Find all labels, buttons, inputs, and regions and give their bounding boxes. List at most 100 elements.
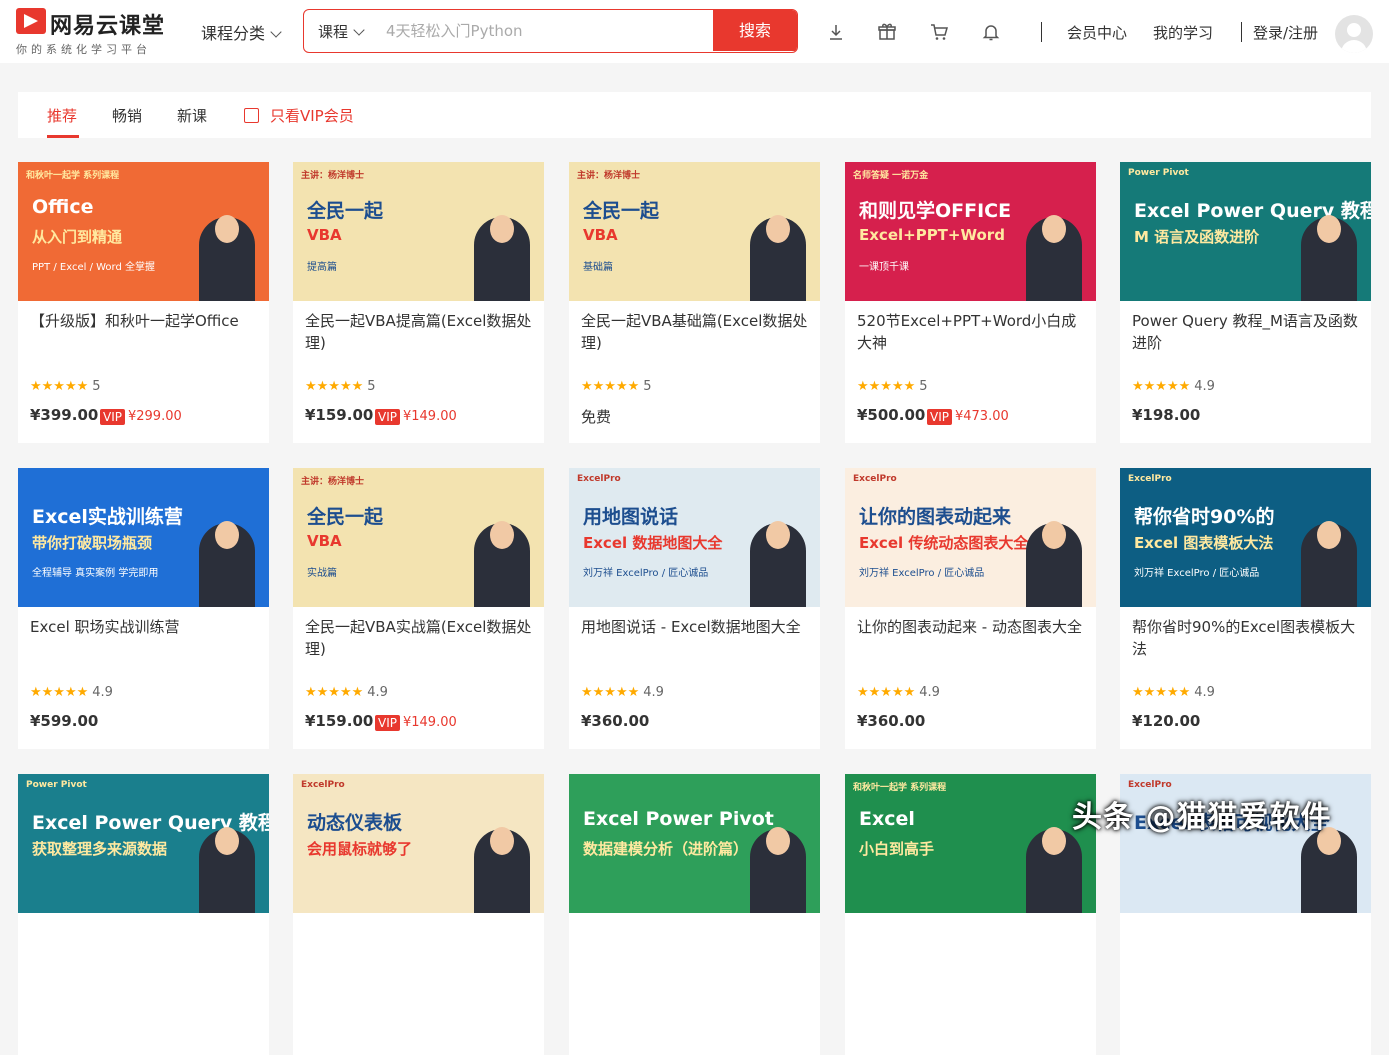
course-thumbnail[interactable]: Excel Power Pivot 数据建模分析（进阶篇） [569,774,820,913]
course-title[interactable]: 让你的图表动起来 - 动态图表大全 [857,616,1085,638]
thumbnail-subheadline: 小白到高手 [859,840,935,858]
vip-badge: VIP [927,408,952,425]
download-icon[interactable] [826,22,846,42]
course-title[interactable]: Excel 职场实战训练营 [30,616,258,638]
thumbnail-subheadline: 数据建模分析（进阶篇） [583,840,749,858]
course-title[interactable]: 全民一起VBA基础篇(Excel数据处理) [581,310,809,354]
course-thumbnail[interactable]: 主讲：杨洋博士 全民一起 VBA 提高篇 [293,162,544,301]
course-card[interactable]: 主讲：杨洋博士 全民一起 VBA 实战篇 全民一起VBA实战篇(Excel数据处理) ★★… [293,468,544,749]
course-card[interactable]: 主讲：杨洋博士 全民一起 VBA 基础篇全民一起VBA基础篇(Excel数据处理) ★★… [569,162,820,443]
course-category-menu[interactable]: 课程分类 [201,20,282,44]
search-button[interactable]: 搜索 [713,10,797,51]
thumbnail-caption: 一课顶千课 [859,262,909,273]
course-title[interactable]: Power Query 教程_M语言及函数进阶 [1132,310,1360,354]
course-thumbnail[interactable]: ExcelPro 用地图说话 Excel 数据地图大全 刘万祥 ExcelPro / … [569,468,820,607]
course-thumbnail[interactable]: ExcelPro 让你的图表动起来 Excel 传统动态图表大全 刘万祥 ExcelP… [845,468,1096,607]
search-type-dropdown[interactable]: 课程 [318,21,365,42]
notification-bell-icon[interactable] [981,22,1001,42]
thumbnail-tag: 主讲：杨洋博士 [301,171,365,181]
course-title[interactable]: 【升级版】和秋叶一起学Office [30,310,258,332]
vip-price: VIP ¥149.00 [375,406,457,425]
instructor-face [1042,827,1066,855]
search-input[interactable] [386,17,706,45]
course-title[interactable]: 帮你省时90%的Excel图表模板大法 [1132,616,1360,660]
course-card[interactable]: 名师答疑 一诺万金 和则见学OFFICE Excel+PPT+Word 一课顶千课 52… [845,162,1096,443]
course-thumbnail[interactable]: 和秋叶一起学 系列课程 Excel 小白到高手 [845,774,1096,913]
tab-new[interactable]: 新课 [177,105,207,126]
instructor-face [490,521,514,549]
category-label: 课程分类 [201,24,266,43]
rating-stars-icon: ★★★★★ [857,379,916,394]
vip-only-checkbox[interactable] [244,108,259,123]
rating-score: 4.9 [643,685,664,700]
course-card[interactable]: ExcelPro 让你的图表动起来 Excel 传统动态图表大全 刘万祥 ExcelP… [845,468,1096,749]
course-thumbnail[interactable]: Power Pivot Excel Power Query 教程 M 语言及函数进阶 [1120,162,1371,301]
course-card[interactable]: ExcelPro 动态仪表板 会用鼠标就够了 [293,774,544,1055]
thumbnail-tag: ExcelPro [1128,780,1172,790]
course-thumbnail[interactable]: 主讲：杨洋博士 全民一起 VBA 基础篇 [569,162,820,301]
thumbnail-caption: 刘万祥 ExcelPro / 匠心诚品 [859,568,985,579]
course-price: ¥360.00 [857,712,926,730]
rating-score: 5 [643,379,652,394]
vip-price-value: ¥149.00 [402,715,457,730]
course-card[interactable]: Power Pivot Excel Power Query 教程 M 语言及函数进阶… [1120,162,1371,443]
course-thumbnail[interactable]: 和秋叶一起学 系列课程 Office 从入门到精通 PPT / Excel / Wor… [18,162,269,301]
course-rating: ★★★★★ 5 [30,375,101,394]
rating-stars-icon: ★★★★★ [857,685,916,700]
course-title[interactable]: 520节Excel+PPT+Word小白成大神 [857,310,1085,354]
course-card[interactable]: Power Pivot Excel Power Query 教程 获取整理多来源数据 [18,774,269,1055]
course-card[interactable]: Excel Power Pivot 数据建模分析（进阶篇） [569,774,820,1055]
thumbnail-subheadline: M 语言及函数进阶 [1134,228,1260,246]
active-tab-indicator [47,135,79,138]
logo-name: 网易云课堂 [50,14,166,39]
vip-badge: VIP [100,408,125,425]
course-thumbnail[interactable]: Excel实战训练营 带你打破职场瓶颈 全程辅导 真实案例 学完即用 [18,468,269,607]
shopping-cart-icon[interactable] [929,22,949,42]
thumbnail-tag: ExcelPro [853,474,897,484]
thumbnail-subheadline: VBA [307,532,342,550]
course-title[interactable]: 全民一起VBA提高篇(Excel数据处理) [305,310,533,354]
course-card[interactable]: Excel实战训练营 带你打破职场瓶颈 全程辅导 真实案例 学完即用 Excel 职场… [18,468,269,749]
tab-recommend[interactable]: 推荐 [47,105,77,126]
rating-score: 5 [92,379,101,394]
course-thumbnail[interactable]: 名师答疑 一诺万金 和则见学OFFICE Excel+PPT+Word 一课顶千课 [845,162,1096,301]
course-title[interactable]: 全民一起VBA实战篇(Excel数据处理) [305,616,533,660]
course-card[interactable]: 和秋叶一起学 系列课程 Excel 小白到高手 [845,774,1096,1055]
thumbnail-subheadline: Excel 图表模板大法 [1134,534,1274,552]
thumbnail-subheadline: 从入门到精通 [32,228,123,246]
course-card[interactable]: 主讲：杨洋博士 全民一起 VBA 提高篇 全民一起VBA提高篇(Excel数据处理) ★★… [293,162,544,443]
my-learning-link[interactable]: 我的学习 [1153,22,1213,43]
rating-stars-icon: ★★★★★ [581,685,640,700]
rating-stars-icon: ★★★★★ [581,379,640,394]
thumbnail-caption: 实战篇 [307,568,337,579]
thumbnail-headline: Office [32,196,94,218]
gift-icon[interactable] [877,22,897,42]
vip-only-label[interactable]: 只看VIP会员 [270,105,354,126]
course-thumbnail[interactable]: ExcelPro 帮你省时90%的 Excel 图表模板大法 刘万祥 ExcelPro… [1120,468,1371,607]
instructor-face [1317,521,1341,549]
course-rating: ★★★★★ 4.9 [1132,375,1215,394]
tab-bestseller[interactable]: 畅销 [112,105,142,126]
thumbnail-caption: 刘万祥 ExcelPro / 匠心诚品 [1134,568,1260,579]
course-thumbnail[interactable]: ExcelPro 动态仪表板 会用鼠标就够了 [293,774,544,913]
netease-cloud-classroom-logo[interactable]: 网易云课堂 你的系统化学习平台 [16,8,176,56]
thumbnail-tag: 主讲：杨洋博士 [577,171,641,181]
member-center-link[interactable]: 会员中心 [1067,22,1127,43]
thumbnail-tag: ExcelPro [1128,474,1172,484]
instructor-face [490,827,514,855]
thumbnail-subheadline: Excel+PPT+Word [859,226,1005,244]
login-register-link[interactable]: 登录/注册 [1253,22,1318,43]
user-avatar[interactable] [1335,15,1373,53]
course-title[interactable]: 用地图说话 - Excel数据地图大全 [581,616,809,638]
thumbnail-headline: Excel Power Pivot [583,808,774,830]
course-card[interactable]: ExcelPro 帮你省时90%的 Excel 图表模板大法 刘万祥 ExcelPro… [1120,468,1371,749]
rating-stars-icon: ★★★★★ [1132,379,1191,394]
course-thumbnail[interactable]: Power Pivot Excel Power Query 教程 获取整理多来源数据 [18,774,269,913]
instructor-face [1042,215,1066,243]
course-card[interactable]: 和秋叶一起学 系列课程 Office 从入门到精通 PPT / Excel / Wor… [18,162,269,443]
vip-badge: VIP [375,714,400,731]
course-card[interactable]: ExcelPro 用地图说话 Excel 数据地图大全 刘万祥 ExcelPro / … [569,468,820,749]
course-thumbnail[interactable]: 主讲：杨洋博士 全民一起 VBA 实战篇 [293,468,544,607]
course-price: ¥159.00 [305,406,374,424]
rating-stars-icon: ★★★★★ [305,685,364,700]
